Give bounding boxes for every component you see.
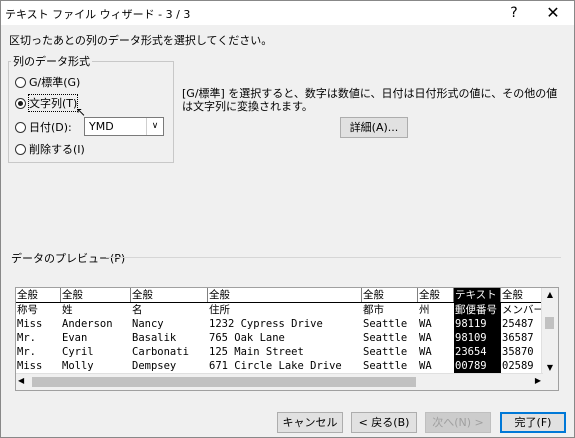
data-preview[interactable]: 全般 全般 全般 全般 全般 全般 テキスト 全般 称号 姓 名 住所 都市 州… [15, 287, 559, 391]
close-button[interactable]: ✕ [543, 3, 563, 23]
preview-cell: WA [419, 332, 432, 344]
preview-col-header[interactable]: 全般 [131, 288, 208, 302]
radio-general[interactable]: G/標準(G) [15, 74, 80, 90]
preview-cell: Miss [17, 360, 43, 372]
scroll-up-icon[interactable]: ▲ [542, 290, 558, 299]
preview-horizontal-scrollbar[interactable]: ◀ ▶ [16, 373, 543, 390]
radio-date[interactable]: 日付(D): [15, 119, 72, 135]
next-button[interactable]: 次へ(N) > [425, 412, 491, 433]
radio-skip[interactable]: 削除する(I) [15, 141, 85, 157]
table-row: Miss Anderson Nancy 1232 Cypress Drive S… [16, 317, 546, 331]
preview-cell: 00789 [454, 359, 501, 373]
cancel-button[interactable]: キャンセル [277, 412, 343, 433]
preview-cell: 姓 [62, 304, 73, 316]
finish-button[interactable]: 完了(F) [500, 412, 566, 433]
preview-cell: 765 Oak Lane [209, 332, 285, 344]
date-format-value: YMD [89, 120, 114, 133]
preview-cell: 36587 [502, 332, 534, 344]
preview-col-header-selected[interactable]: テキスト [454, 288, 501, 302]
radio-skip-indicator[interactable] [15, 143, 26, 155]
scroll-left-icon[interactable]: ◀ [18, 376, 24, 385]
preview-col-header[interactable]: 全般 [501, 288, 546, 302]
date-format-select[interactable]: YMD ∨ [84, 117, 164, 136]
table-row: Mr. Cyril Carbonati 125 Main Street Seat… [16, 345, 546, 359]
preview-cell: Carbonati [132, 346, 189, 358]
format-description: [G/標準] を選択すると、数字は数値に、日付は日付形式の値に、その他の値は文字… [182, 87, 558, 113]
preview-cell: 35870 [502, 346, 534, 358]
radio-text-indicator[interactable] [15, 97, 26, 109]
preview-col-header[interactable]: 全般 [208, 288, 362, 302]
preview-cell: Seattle [363, 360, 408, 372]
table-row: Mr. Evan Basalik 765 Oak Lane Seattle WA… [16, 331, 546, 345]
preview-cell: 98109 [454, 331, 501, 345]
preview-col-header[interactable]: 全般 [16, 288, 61, 302]
preview-cell: メンバー [502, 304, 544, 316]
table-row: Miss Molly Dempsey 671 Circle Lake Drive… [16, 359, 546, 373]
preview-col-header[interactable]: 全般 [418, 288, 454, 302]
preview-cell: Mr. [17, 332, 36, 344]
preview-cell: 02589 [502, 360, 534, 372]
preview-cell: Evan [62, 332, 88, 344]
preview-divider [106, 257, 561, 258]
vertical-scroll-thumb[interactable] [545, 317, 554, 329]
chevron-down-icon[interactable]: ∨ [146, 118, 163, 135]
scroll-down-icon[interactable]: ▼ [542, 363, 558, 372]
preview-cell: 住所 [209, 304, 230, 316]
advanced-button[interactable]: 詳細(A)... [340, 117, 408, 138]
preview-cell: 都市 [363, 304, 384, 316]
preview-grid: 全般 全般 全般 全般 全般 全般 テキスト 全般 称号 姓 名 住所 都市 州… [16, 288, 546, 373]
preview-cell: WA [419, 360, 432, 372]
preview-cell: 郵便番号 [454, 303, 501, 317]
horizontal-scroll-thumb[interactable] [32, 377, 416, 387]
preview-cell: Dempsey [132, 360, 177, 372]
preview-cell: Seattle [363, 318, 408, 330]
text-import-wizard-dialog: テキスト ファイル ウィザード - 3 / 3 ? ✕ 区切ったあとの列のデータ… [0, 0, 575, 438]
preview-label: データのプレビュー(P) [11, 252, 126, 265]
preview-cell: 名 [132, 304, 143, 316]
help-button[interactable]: ? [505, 3, 523, 23]
back-button[interactable]: < 戻る(B) [351, 412, 417, 433]
preview-cell: 25487 [502, 318, 534, 330]
scroll-right-icon[interactable]: ▶ [535, 376, 541, 385]
preview-cell: 23654 [454, 345, 501, 359]
preview-cell: 671 Circle Lake Drive [209, 360, 342, 372]
title-bar: テキスト ファイル ウィザード - 3 / 3 ? ✕ [1, 1, 574, 25]
preview-cell: 州 [419, 304, 430, 316]
radio-text[interactable]: 文字列(T) [15, 94, 79, 112]
radio-skip-label[interactable]: 削除する(I) [29, 141, 85, 157]
instruction-text: 区切ったあとの列のデータ形式を選択してください。 [9, 34, 273, 47]
radio-general-label[interactable]: G/標準(G) [29, 74, 80, 90]
radio-date-indicator[interactable] [15, 121, 26, 133]
preview-cell: WA [419, 318, 432, 330]
window-title: テキスト ファイル ウィザード - 3 / 3 [5, 8, 191, 21]
scrollbar-corner [542, 374, 558, 390]
preview-col-header[interactable]: 全般 [61, 288, 131, 302]
preview-cell: WA [419, 346, 432, 358]
column-format-group-title: 列のデータ形式 [11, 53, 92, 69]
preview-cell: 125 Main Street [209, 346, 304, 358]
preview-cell: 98119 [454, 317, 501, 331]
preview-cell: Mr. [17, 346, 36, 358]
preview-cell: Basalik [132, 332, 177, 344]
radio-date-label[interactable]: 日付(D): [29, 119, 72, 135]
table-row: 称号 姓 名 住所 都市 州 郵便番号 メンバー [16, 303, 546, 317]
preview-cell: Seattle [363, 346, 408, 358]
preview-cell: 1232 Cypress Drive [209, 318, 323, 330]
preview-cell: Miss [17, 318, 43, 330]
preview-cell: Seattle [363, 332, 408, 344]
preview-cell: Anderson [62, 318, 113, 330]
preview-cell: Molly [62, 360, 94, 372]
radio-general-indicator[interactable] [15, 76, 26, 88]
preview-vertical-scrollbar[interactable]: ▲ ▼ [541, 288, 558, 374]
preview-col-header[interactable]: 全般 [362, 288, 418, 302]
preview-cell: Nancy [132, 318, 164, 330]
preview-cell: Cyril [62, 346, 94, 358]
radio-text-label[interactable]: 文字列(T) [27, 94, 79, 112]
preview-cell: 称号 [17, 304, 38, 316]
preview-header-row: 全般 全般 全般 全般 全般 全般 テキスト 全般 [16, 288, 546, 303]
